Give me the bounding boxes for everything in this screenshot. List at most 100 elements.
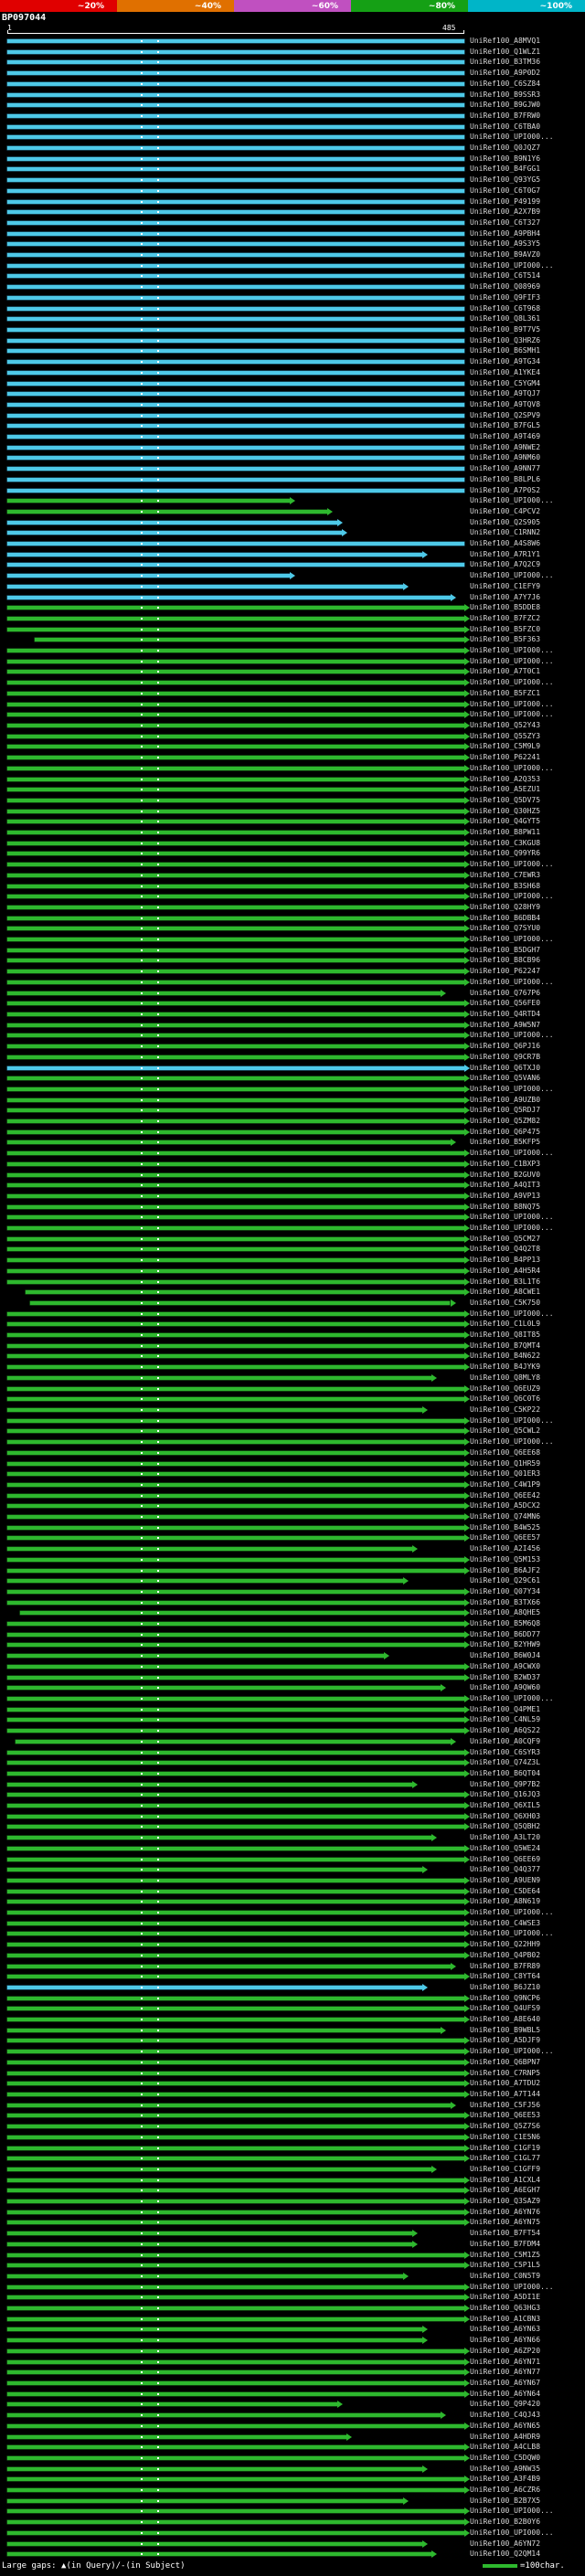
alignment-bar[interactable] [7,1911,464,1915]
alignment-bar[interactable] [7,606,464,610]
alignment-bar[interactable] [7,2434,346,2439]
alignment-bar[interactable] [7,509,328,514]
alignment-bar[interactable] [7,381,464,386]
hit-accession-label[interactable]: UniRef100_Q8MLY8 [470,1373,540,1383]
alignment-bar[interactable] [7,413,464,418]
hit-accession-label[interactable]: UniRef100_Q63HG3 [470,2304,540,2313]
hit-accession-label[interactable]: UniRef100_Q5QBH2 [470,1822,540,1831]
alignment-bar[interactable] [7,1504,464,1509]
alignment-bar[interactable] [7,124,464,129]
alignment-bar[interactable] [7,756,464,760]
alignment-bar[interactable] [7,1193,464,1198]
alignment-bar[interactable] [7,2039,464,2043]
alignment-bar[interactable] [7,1654,385,1659]
alignment-bar[interactable] [7,2060,464,2064]
alignment-bar[interactable] [7,220,464,225]
hit-accession-label[interactable]: UniRef100_B8NQ75 [470,1203,540,1212]
hit-accession-label[interactable]: UniRef100_Q9P420 [470,2400,540,2409]
hit-accession-label[interactable]: UniRef100_UPI000... [470,935,554,944]
hit-accession-label[interactable]: UniRef100_A6YN64 [470,2390,540,2399]
alignment-bar[interactable] [7,1825,464,1829]
hit-accession-label[interactable]: UniRef100_Q99YR6 [470,849,540,858]
alignment-bar[interactable] [7,1076,464,1081]
hit-accession-label[interactable]: UniRef100_A9W5N7 [470,1021,540,1030]
alignment-bar[interactable] [7,1034,464,1038]
alignment-bar[interactable] [7,1515,464,1520]
alignment-bar[interactable] [7,1108,464,1113]
hit-accession-label[interactable]: UniRef100_A8QHE5 [470,1608,540,1617]
hit-accession-label[interactable]: UniRef100_B5FZC1 [470,689,540,698]
hit-accession-label[interactable]: UniRef100_Q56FE0 [470,999,540,1008]
hit-accession-label[interactable]: UniRef100_A7Q2C9 [470,560,540,569]
hit-accession-label[interactable]: UniRef100_A1YKE4 [470,368,540,377]
alignment-bar[interactable] [7,2552,431,2557]
alignment-bar[interactable] [7,713,464,717]
alignment-bar[interactable] [7,1333,464,1338]
hit-accession-label[interactable]: UniRef100_A5EZU1 [470,785,540,794]
hit-accession-label[interactable]: UniRef100_Q5RDJ7 [470,1106,540,1115]
alignment-bar[interactable] [7,231,464,236]
hit-accession-label[interactable]: UniRef100_Q29C61 [470,1576,540,1585]
alignment-bar[interactable] [7,49,464,54]
hit-accession-label[interactable]: UniRef100_B7FRW0 [470,111,540,121]
hit-accession-label[interactable]: UniRef100_Q2QM14 [470,2549,540,2559]
hit-accession-label[interactable]: UniRef100_Q6PJ16 [470,1042,540,1051]
hit-accession-label[interactable]: UniRef100_B8CB96 [470,956,540,965]
hit-accession-label[interactable]: UniRef100_B4N622 [470,1352,540,1361]
alignment-bar[interactable] [7,2093,464,2096]
alignment-bar[interactable] [7,970,464,974]
alignment-bar[interactable] [7,1536,464,1541]
hit-accession-label[interactable]: UniRef100_A2Q353 [470,775,540,784]
alignment-bar[interactable] [7,563,464,567]
hit-accession-label[interactable]: UniRef100_A6YN71 [470,2358,540,2367]
hit-accession-label[interactable]: UniRef100_C1GF19 [470,2144,540,2153]
hit-accession-label[interactable]: UniRef100_B4PP13 [470,1256,540,1265]
alignment-bar[interactable] [7,1996,464,2000]
alignment-bar[interactable] [7,745,464,749]
hit-accession-label[interactable]: UniRef100_C0N5T9 [470,2272,540,2281]
alignment-bar[interactable] [7,2210,464,2214]
hit-accession-label[interactable]: UniRef100_C4QJ43 [470,2411,540,2420]
hit-accession-label[interactable]: UniRef100_C7RNP5 [470,2069,540,2078]
hit-accession-label[interactable]: UniRef100_C5M1Z5 [470,2251,540,2260]
hit-accession-label[interactable]: UniRef100_C1GL77 [470,2154,540,2163]
hit-accession-label[interactable]: UniRef100_C6T514 [470,271,540,281]
alignment-bar[interactable] [7,402,464,407]
hit-accession-label[interactable]: UniRef100_Q28HY9 [470,903,540,912]
alignment-bar[interactable] [7,370,464,375]
alignment-bar[interactable] [7,2221,464,2225]
hit-accession-label[interactable]: UniRef100_B2B7X5 [470,2496,540,2506]
hit-accession-label[interactable]: UniRef100_A6YN66 [470,2336,540,2345]
alignment-bar[interactable] [7,895,464,899]
alignment-bar[interactable] [7,520,337,525]
hit-accession-label[interactable]: UniRef100_Q4GYT5 [470,817,540,826]
alignment-bar[interactable] [7,1718,464,1723]
alignment-bar[interactable] [7,199,464,204]
hit-accession-label[interactable]: UniRef100_B7FT54 [470,2229,540,2238]
alignment-bar[interactable] [7,306,464,311]
alignment-bar[interactable] [7,777,464,781]
hit-accession-label[interactable]: UniRef100_B5DDE8 [470,603,540,612]
hit-accession-label[interactable]: UniRef100_UPI000... [470,1031,554,1040]
hit-accession-label[interactable]: UniRef100_UPI000... [470,2283,554,2292]
alignment-bar[interactable] [16,1739,451,1744]
hit-accession-label[interactable]: UniRef100_Q5WE24 [470,1844,540,1853]
hit-accession-label[interactable]: UniRef100_A9NN77 [470,464,540,473]
hit-accession-label[interactable]: UniRef100_A4CLB8 [470,2443,540,2452]
alignment-bar[interactable] [7,1985,422,1989]
alignment-bar[interactable] [7,1878,464,1882]
hit-accession-label[interactable]: UniRef100_C6T0G7 [470,186,540,196]
alignment-bar[interactable] [7,1921,464,1925]
alignment-bar[interactable] [7,788,464,792]
alignment-bar[interactable] [7,488,464,493]
hit-accession-label[interactable]: UniRef100_B4FGG1 [470,164,540,174]
hit-accession-label[interactable]: UniRef100_B3TM36 [470,58,540,67]
alignment-bar[interactable] [7,820,464,824]
hit-accession-label[interactable]: UniRef100_A7R1Y1 [470,550,540,559]
alignment-bar[interactable] [7,1729,464,1733]
alignment-bar[interactable] [7,210,464,215]
hit-accession-label[interactable]: UniRef100_C7EWR3 [470,871,540,880]
alignment-bar[interactable] [7,991,441,995]
alignment-bar[interactable] [7,2103,451,2107]
hit-accession-label[interactable]: UniRef100_Q9FIF3 [470,293,540,302]
